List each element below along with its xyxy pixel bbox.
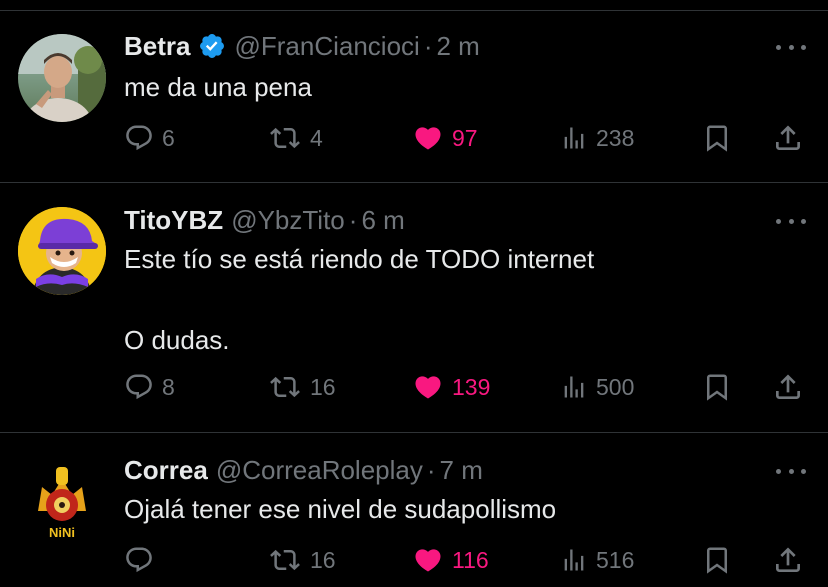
- author-name[interactable]: Correa: [124, 454, 208, 486]
- author-name[interactable]: Betra: [124, 30, 190, 62]
- speech-bubble-icon: [124, 545, 154, 575]
- heart-icon: [412, 372, 444, 402]
- share-upload-icon: [772, 122, 804, 154]
- share-upload-icon: [772, 544, 804, 576]
- top-divider: [0, 0, 828, 11]
- avatar[interactable]: [18, 34, 106, 122]
- share-button[interactable]: [772, 121, 804, 155]
- verified-badge-icon: [198, 32, 226, 60]
- like-count: 97: [452, 124, 478, 151]
- bar-chart-icon: [560, 123, 588, 153]
- avatar[interactable]: [18, 207, 106, 295]
- reply-text: Ojalá tener ese nivel de sudapollismo: [124, 494, 557, 524]
- reply-button[interactable]: 6: [124, 121, 175, 155]
- reply-button[interactable]: [124, 543, 162, 577]
- like-button[interactable]: 116: [412, 543, 489, 577]
- views-count: 238: [596, 124, 635, 151]
- reply-count: 6: [162, 124, 175, 151]
- bookmark-button[interactable]: [702, 370, 732, 404]
- ellipsis-icon[interactable]: [776, 465, 806, 477]
- bar-chart-icon: [560, 372, 588, 402]
- like-button[interactable]: 97: [412, 121, 478, 155]
- bookmark-icon: [702, 122, 732, 154]
- reply-item[interactable]: Betra @FranCiancioci · 2 m me da una pen…: [0, 11, 828, 183]
- repost-arrows-icon: [268, 372, 302, 402]
- repost-count: 16: [310, 546, 336, 573]
- reply-header: Betra @FranCiancioci · 2 m: [124, 30, 480, 62]
- bookmark-button[interactable]: [702, 543, 732, 577]
- reply-item[interactable]: TitoYBZ @YbzTito · 6 m Este tío se está …: [0, 183, 828, 433]
- like-count: 139: [452, 373, 491, 400]
- share-upload-icon: [772, 371, 804, 403]
- reply-button[interactable]: 8: [124, 370, 175, 404]
- separator-dot: ·: [423, 31, 433, 61]
- author-handle[interactable]: @CorreaRoleplay: [216, 454, 423, 486]
- author-name[interactable]: TitoYBZ: [124, 204, 223, 236]
- share-button[interactable]: [772, 543, 804, 577]
- reply-text: me da una pena: [124, 72, 312, 102]
- heart-icon: [412, 123, 444, 153]
- author-handle[interactable]: @YbzTito: [231, 204, 345, 236]
- avatar[interactable]: NiNi: [18, 459, 106, 547]
- separator-dot: ·: [348, 205, 358, 235]
- views-button[interactable]: 500: [560, 370, 634, 404]
- reply-header: TitoYBZ @YbzTito · 6 m: [124, 204, 405, 236]
- reply-count: 8: [162, 373, 175, 400]
- bookmark-button[interactable]: [702, 121, 732, 155]
- speech-bubble-icon: [124, 123, 154, 153]
- share-button[interactable]: [772, 370, 804, 404]
- views-button[interactable]: 238: [560, 121, 634, 155]
- repost-arrows-icon: [268, 123, 302, 153]
- reply-text: Este tío se está riendo de TODO internet: [124, 244, 595, 274]
- ellipsis-icon[interactable]: [776, 215, 806, 227]
- repost-button[interactable]: 4: [268, 121, 323, 155]
- bookmark-icon: [702, 371, 732, 403]
- heart-icon: [412, 545, 444, 575]
- timestamp[interactable]: 7 m: [440, 454, 483, 486]
- like-count: 116: [452, 546, 489, 573]
- bookmark-icon: [702, 544, 732, 576]
- repost-button[interactable]: 16: [268, 543, 336, 577]
- speech-bubble-icon: [124, 372, 154, 402]
- separator-dot: ·: [426, 455, 436, 485]
- views-count: 516: [596, 546, 635, 573]
- ellipsis-icon[interactable]: [776, 41, 806, 53]
- repost-count: 4: [310, 124, 323, 151]
- views-button[interactable]: 516: [560, 543, 634, 577]
- repost-count: 16: [310, 373, 336, 400]
- svg-text:NiNi: NiNi: [49, 525, 75, 540]
- like-button[interactable]: 139: [412, 370, 490, 404]
- author-handle[interactable]: @FranCiancioci: [234, 30, 419, 62]
- repost-arrows-icon: [268, 545, 302, 575]
- repost-button[interactable]: 16: [268, 370, 336, 404]
- reply-header: Correa @CorreaRoleplay · 7 m: [124, 454, 483, 486]
- reply-text: O dudas.: [124, 325, 230, 355]
- reply-item[interactable]: NiNi Correa @CorreaRoleplay · 7 m Ojalá …: [0, 433, 828, 587]
- bar-chart-icon: [560, 545, 588, 575]
- views-count: 500: [596, 373, 635, 400]
- timestamp[interactable]: 2 m: [437, 30, 480, 62]
- timestamp[interactable]: 6 m: [361, 204, 404, 236]
